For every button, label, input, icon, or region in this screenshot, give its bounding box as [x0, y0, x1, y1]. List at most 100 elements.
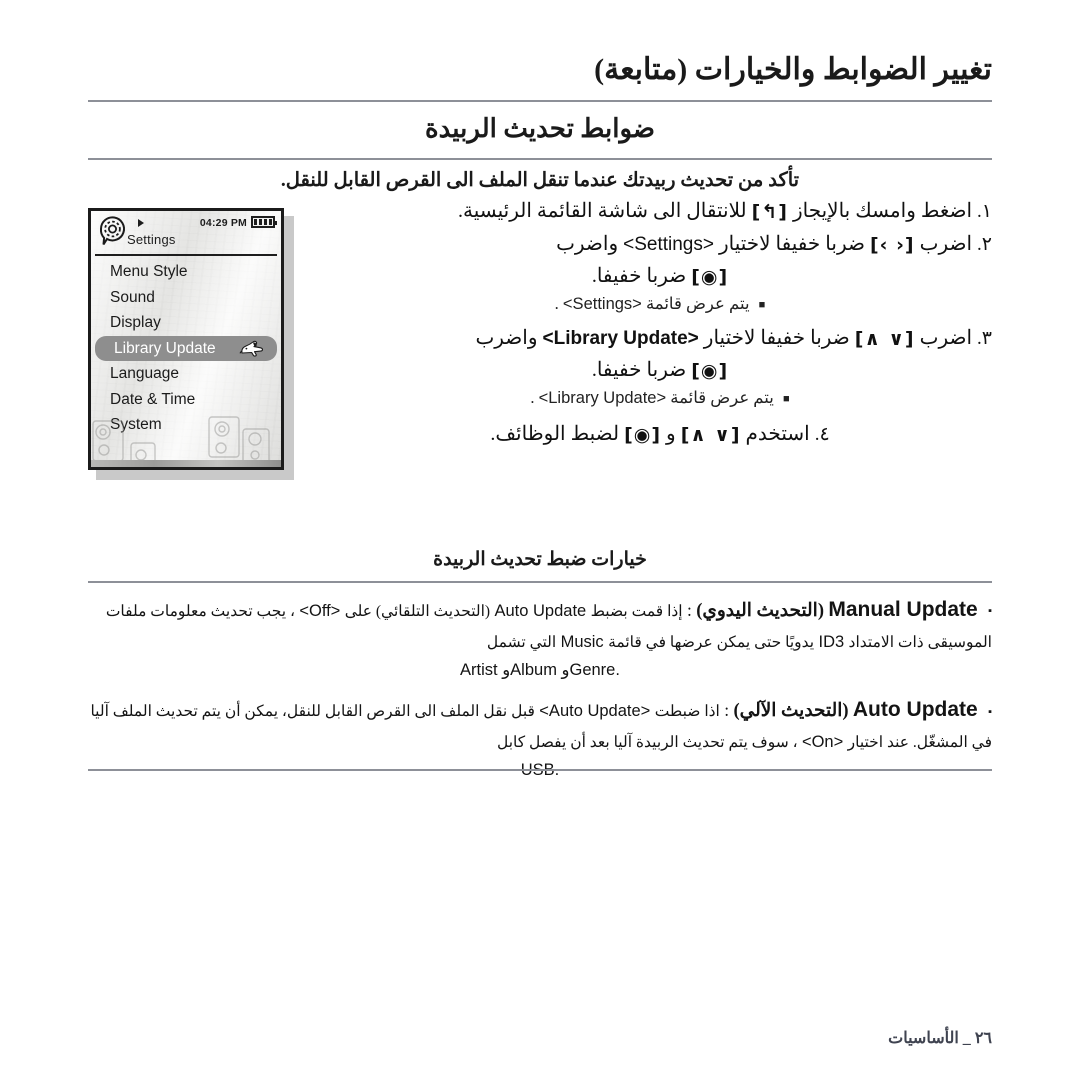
select-button-icon: [◉] [624, 424, 662, 447]
step-3-note: ■ يتم عرض قائمة <Library Update> . [328, 386, 992, 411]
step-3-line2: [◉] ضربا خفيفا. [328, 356, 992, 386]
bullet-icon: ■ [782, 393, 790, 406]
bottom-divider [88, 769, 992, 771]
instruction-steps: ١. اضغط وامسك بالإيجاز [↰] للانتقال الى … [328, 196, 992, 446]
option-seg1: إذا قمت بضبط [590, 603, 683, 620]
options-divider [88, 581, 992, 583]
device-menu-label: Display [110, 314, 161, 331]
device-menu-label: Date & Time [110, 390, 196, 408]
step-3-text-a: اضرب [919, 327, 973, 350]
option-colon: : [686, 600, 692, 620]
options-title: خيارات ضبط تحديث الربيدة [433, 549, 647, 570]
option-seg6: ID3 [818, 633, 845, 652]
dog-icon [237, 340, 267, 358]
option-term-en: Manual Update [828, 598, 978, 621]
step-2-note-tail: . [554, 294, 559, 314]
step-3-target: <Library Update> [542, 328, 699, 350]
option-seg1: اذا ضبطت [654, 703, 720, 721]
device-menu-list: Menu Style Sound Display Library Update [91, 259, 281, 438]
step-2-note: ■ يتم عرض قائمة <Settings> . [328, 292, 992, 317]
step-2-text-b: ضربا خفيفا لاختيار [718, 232, 865, 255]
step-2-line2: [◉] ضربا خفيفا. [328, 262, 992, 292]
lead-paragraph: تأكد من تحديث ربيدتك عندما تنقل الملف ال… [280, 170, 800, 191]
option-seg4: <Off> [299, 602, 341, 620]
device-menu-item[interactable]: Date & Time [91, 387, 281, 413]
step-3: ٣. اضرب [∧ ∨] ضربا خفيفا لاختيار <Librar… [328, 323, 992, 354]
option-seg5: ، سوف يتم تحديث الربيدة آليا بعد أن يفصل… [496, 734, 798, 752]
step-4-text-c: لضبط الوظائف. [490, 423, 620, 446]
option-term-ar: (التحديث اليدوي) [696, 601, 824, 621]
device-status-title: Settings [127, 232, 176, 247]
step-4-number: ٤. [814, 424, 830, 446]
back-button-icon: [↰] [751, 201, 788, 223]
bullet-icon: ■ [758, 299, 766, 312]
step-1-text-a: اضغط وامسك بالإيجاز [792, 200, 973, 222]
device-screenshot: Settings 04:29 PM Menu Style Sound Displ… [88, 208, 294, 480]
device-menu-label: Language [110, 365, 179, 382]
manual-page: تغيير الضوابط والخيارات (متابعة) ضوابط ت… [0, 0, 1080, 1080]
up-down-button-icon: [∧ ∨] [680, 424, 741, 447]
device-clock: 04:29 PM [199, 217, 247, 229]
step-3-number: ٣. [977, 328, 992, 350]
step-2: ٢. اضرب [‹ ›] ضربا خفيفا لاختيار <Settin… [328, 229, 992, 260]
device-status-bar: Settings 04:29 PM [91, 211, 281, 256]
device-menu-item-library-update[interactable]: Library Update [95, 335, 277, 361]
up-down-button-icon: [∧ ∨] [854, 328, 915, 351]
device-menu-item[interactable]: Sound [91, 285, 281, 311]
options-body: ▪ Manual Update (التحديث اليدوي) : إذا ق… [88, 593, 992, 794]
option-tail: Artist وAlbum وGenre. [88, 656, 992, 684]
option-seg2: Auto Update [494, 602, 587, 620]
step-2-text-c: واضرب [556, 232, 619, 255]
step-2-note-text: يتم عرض قائمة [645, 294, 750, 314]
device-menu-item[interactable]: Display [91, 310, 281, 336]
step-2-text-a: اضرب [919, 232, 973, 255]
option-seg4: <On> [801, 733, 844, 752]
option-colon: : [724, 700, 730, 721]
step-3-text-b: ضربا خفيفا لاختيار [703, 327, 850, 350]
step-4-text-b: و [666, 423, 676, 446]
page-footer: ٢٦ _ الأساسيات [888, 1030, 992, 1047]
section-title: ضوابط تحديث الربيدة [425, 114, 655, 143]
step-2-note-target: <Settings> [562, 295, 642, 314]
device-menu-label: Sound [110, 288, 155, 306]
chapter-title: تغيير الضوابط والخيارات (متابعة) [594, 53, 992, 86]
option-term-ar: (التحديث الآلي) [733, 701, 849, 722]
option-tail-text: Artist وAlbum وGenre. [460, 660, 620, 679]
battery-full-icon [251, 216, 277, 228]
step-4-text-a: استخدم [745, 423, 810, 446]
step-3-text-c: واضرب [475, 327, 538, 350]
device-menu-item[interactable]: Menu Style [91, 259, 281, 285]
option-term-en: Auto Update [852, 698, 978, 722]
option-seg2: <Auto Update> [539, 702, 651, 721]
status-bar-divider [95, 254, 277, 256]
step-3-note-text: يتم عرض قائمة [670, 388, 774, 408]
bullet-icon: ▪ [988, 705, 992, 718]
step-1-text-b: للانتقال الى شاشة القائمة الرئيسية. [458, 200, 747, 222]
step-1-number: ١. [977, 201, 992, 222]
bullet-icon: ▪ [988, 605, 992, 618]
device-menu-label: Menu Style [110, 263, 188, 280]
step-3-note-target: <Library Update> [538, 389, 667, 408]
option-manual-update: ▪ Manual Update (التحديث اليدوي) : إذا ق… [88, 593, 992, 683]
step-2-line2-text: ضربا خفيفا. [591, 264, 687, 287]
step-2-target: <Settings> [623, 233, 714, 255]
option-seg9: التي تشمل [486, 634, 557, 652]
option-seg7: يدويًا حتى يمكن عرضها في قائمة [608, 634, 815, 652]
header-divider [88, 100, 992, 102]
device-frame: Settings 04:29 PM Menu Style Sound Displ… [88, 208, 284, 470]
select-button-icon: [◉] [691, 265, 729, 288]
section-divider [88, 158, 992, 160]
option-seg3: (التحديث التلقائي) على [344, 603, 491, 620]
step-1: ١. اضغط وامسك بالإيجاز [↰] للانتقال الى … [328, 196, 992, 227]
step-4: ٤. استخدم [∧ ∨] و [◉] لضبط الوظائف. [328, 421, 992, 446]
step-3-note-tail: . [530, 388, 535, 408]
device-menu-label: Library Update [114, 339, 216, 357]
device-bottom-strip [91, 460, 281, 467]
option-seg8: Music [560, 633, 604, 652]
select-button-icon: [◉] [691, 359, 729, 382]
device-menu-item[interactable]: Language [91, 361, 281, 387]
step-3-line2-text: ضربا خفيفا. [591, 358, 687, 381]
step-2-number: ٢. [977, 233, 992, 255]
play-icon [138, 219, 144, 227]
left-right-button-icon: [‹ ›] [869, 233, 915, 256]
